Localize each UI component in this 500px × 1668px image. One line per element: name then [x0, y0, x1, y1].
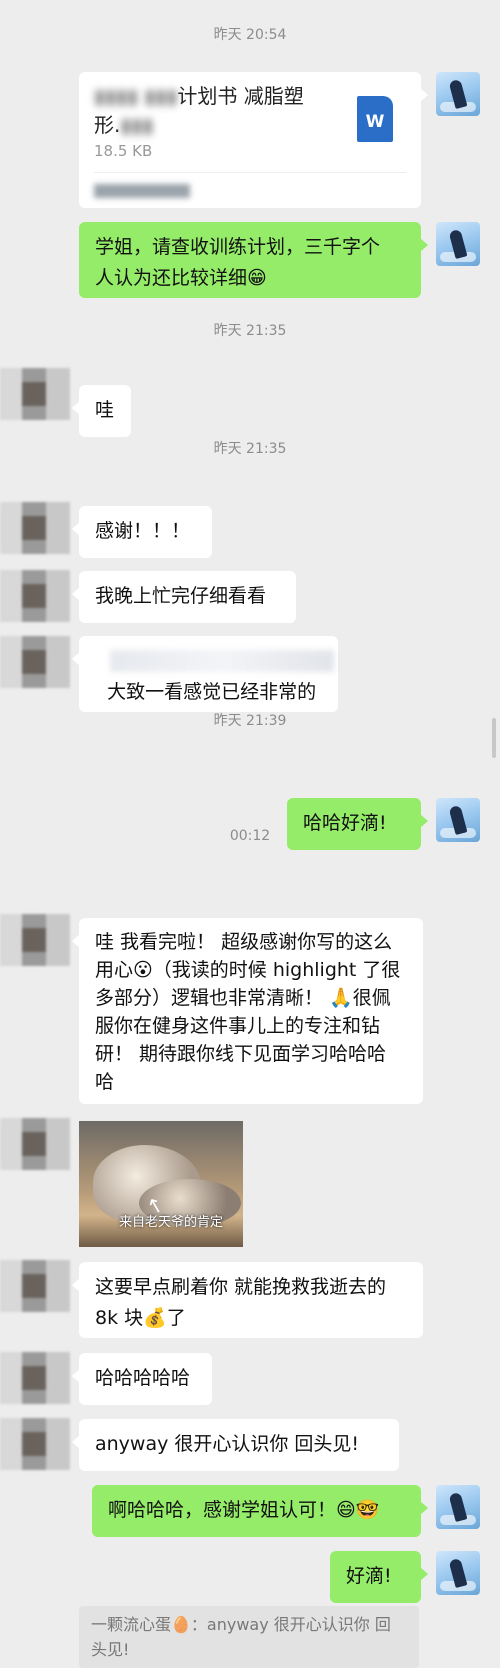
- quoted-message[interactable]: 一颗流心蛋🥚：anyway 很开心认识你 回 头见!: [79, 1606, 419, 1668]
- contact-avatar[interactable]: [0, 636, 70, 688]
- file-size: 18.5 KB: [94, 142, 153, 160]
- my-avatar[interactable]: [436, 798, 480, 842]
- scrollbar[interactable]: [492, 718, 496, 758]
- contact-avatar[interactable]: [0, 914, 70, 966]
- file-message[interactable]: ▮▮▮▮ ▮▮▮计划书 减脂塑 形.▮▮▮ 18.5 KB W: [79, 72, 428, 208]
- timestamp: 00:12: [229, 828, 271, 844]
- file-name: ▮▮▮▮ ▮▮▮计划书 减脂塑 形.▮▮▮: [94, 84, 304, 137]
- my-avatar[interactable]: [436, 1551, 480, 1595]
- message-bubble-incoming[interactable]: 哇 我看完啦！ 超级感谢你写的这么 用心😮（我读的时候 highlight 了很…: [72, 918, 423, 1104]
- word-document-icon: W: [357, 96, 393, 142]
- my-avatar[interactable]: [436, 1485, 480, 1529]
- contact-avatar[interactable]: [0, 368, 70, 420]
- message-bubble-outgoing[interactable]: 哈哈好滴!: [287, 798, 428, 850]
- message-bubble-outgoing[interactable]: 啊哈哈哈，感谢学姐认可！😄🤓: [92, 1485, 428, 1537]
- message-bubble-incoming[interactable]: 哈哈哈哈哈: [72, 1353, 212, 1405]
- contact-avatar[interactable]: [0, 502, 70, 554]
- image-message[interactable]: ↑ 来自老天爷的肯定: [79, 1121, 243, 1247]
- contact-avatar[interactable]: [0, 1418, 70, 1470]
- message-bubble-incoming[interactable]: 我晚上忙完仔细看看: [72, 571, 296, 623]
- timestamp: 昨天 21:35: [213, 441, 287, 457]
- message-bubble-incoming[interactable]: 大致一看感觉已经非常的: [72, 636, 338, 712]
- message-bubble-outgoing[interactable]: 好滴!: [330, 1551, 428, 1603]
- my-avatar[interactable]: [436, 222, 480, 266]
- message-bubble-incoming[interactable]: 这要早点刷着你 就能挽救我逝去的 8k 块💰了: [72, 1262, 423, 1338]
- contact-avatar[interactable]: [0, 1260, 70, 1312]
- message-bubble-outgoing[interactable]: 学姐，请查收训练计划，三千字个 人认为还比较详细😁: [79, 222, 428, 298]
- message-bubble-incoming[interactable]: 感谢！！！: [72, 506, 212, 558]
- contact-avatar[interactable]: [0, 1118, 70, 1170]
- contact-avatar[interactable]: [0, 1352, 70, 1404]
- blurred-text: [110, 650, 334, 672]
- timestamp: 昨天 21:39: [213, 713, 287, 729]
- file-source-blurred: [94, 184, 190, 198]
- photo-caption: 来自老天爷的肯定: [119, 1215, 224, 1230]
- my-avatar[interactable]: [436, 72, 480, 116]
- timestamp: 昨天 21:35: [213, 323, 287, 339]
- divider: [94, 172, 406, 173]
- message-text: 大致一看感觉已经非常的: [107, 681, 317, 703]
- timestamp: 昨天 20:54: [213, 27, 287, 43]
- message-bubble-incoming[interactable]: 哇: [72, 385, 131, 437]
- message-bubble-incoming[interactable]: anyway 很开心认识你 回头见!: [72, 1419, 399, 1471]
- contact-avatar[interactable]: [0, 570, 70, 622]
